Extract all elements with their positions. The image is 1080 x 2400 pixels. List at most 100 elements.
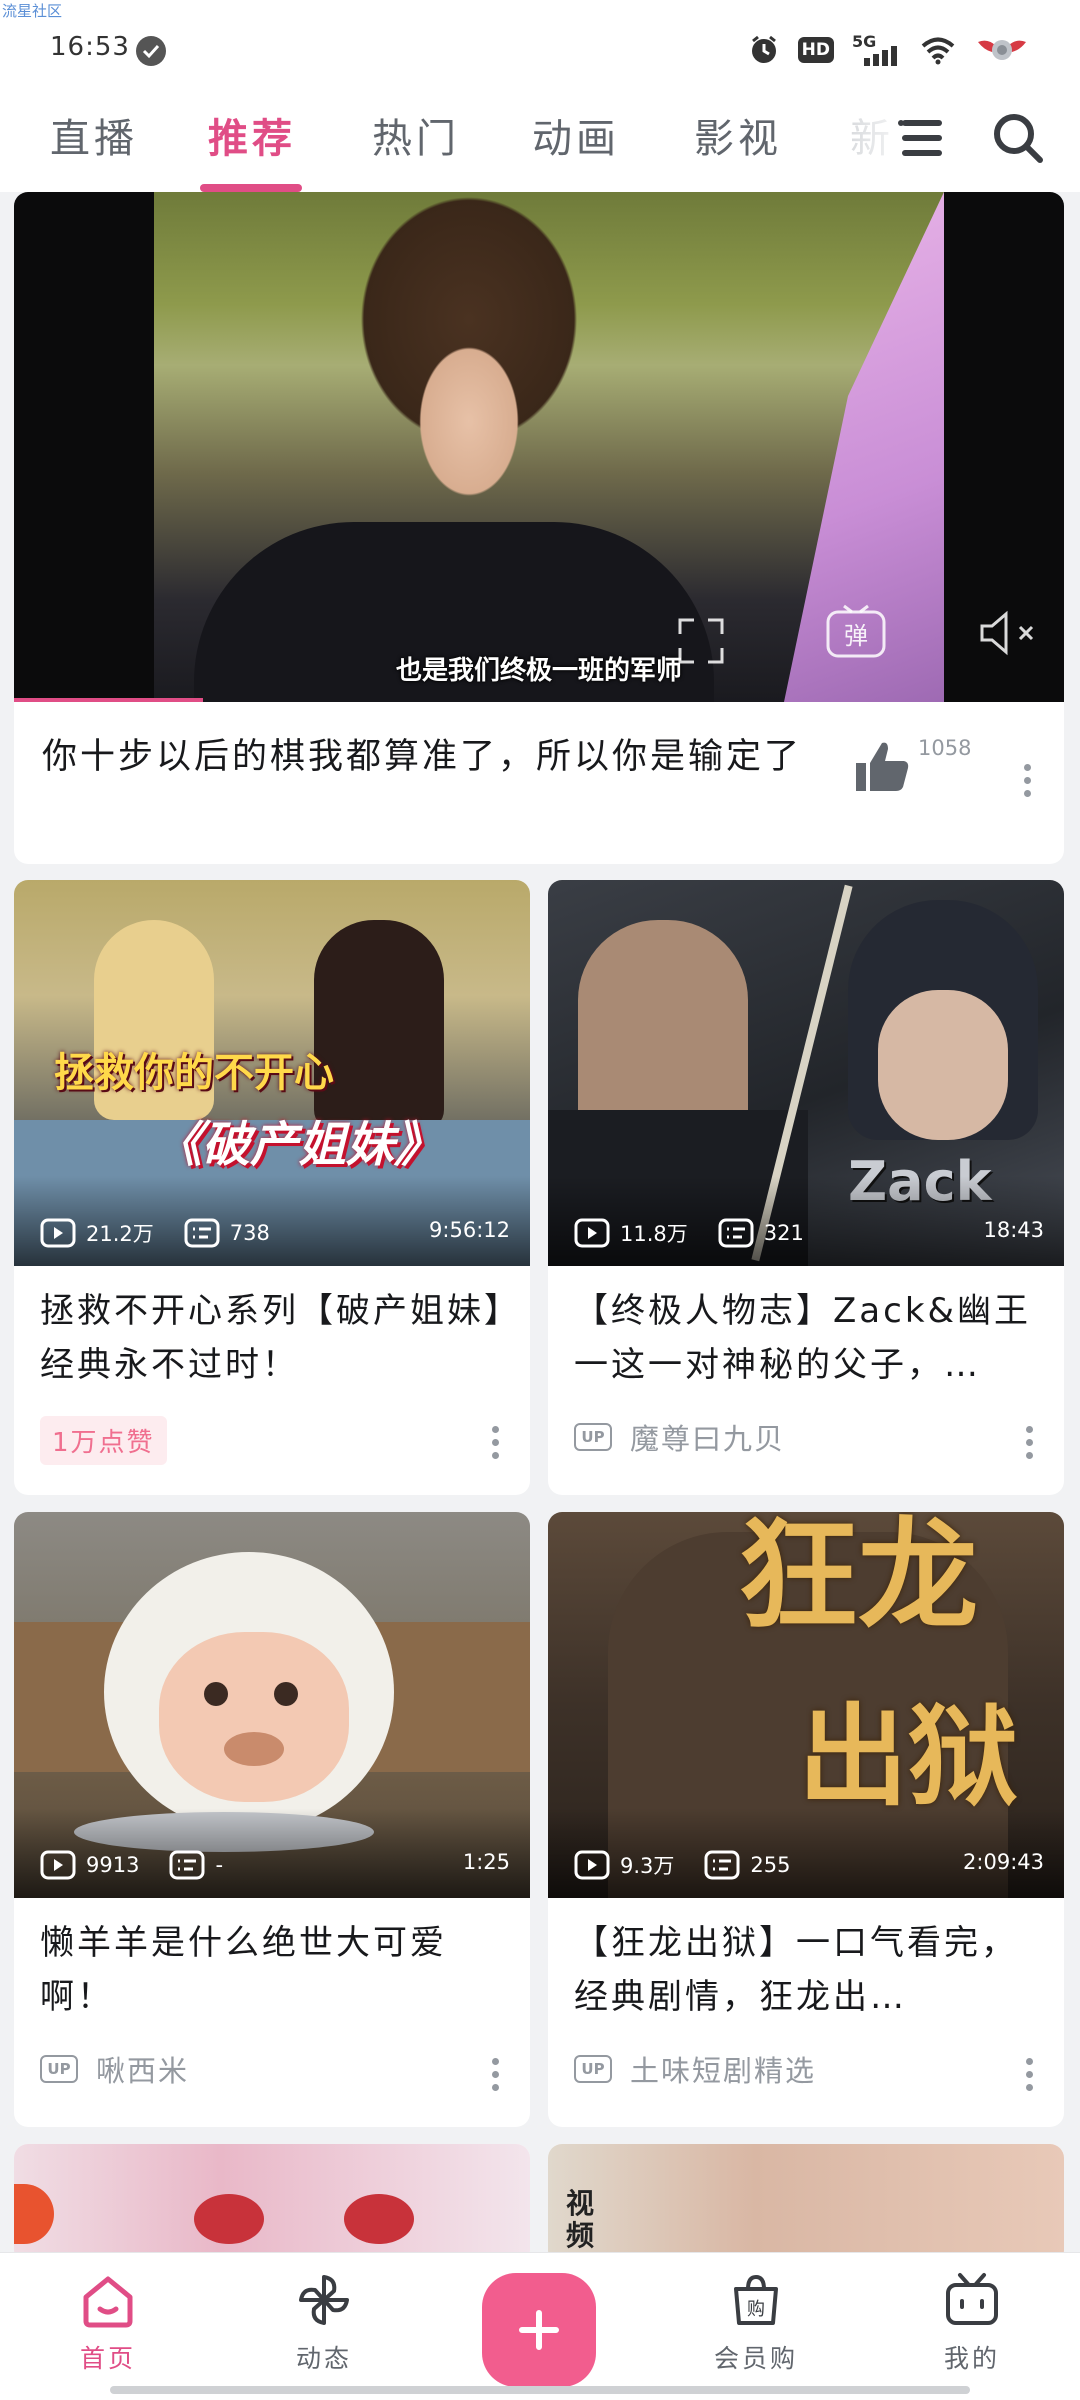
- danmaku-count-icon: [718, 1218, 754, 1248]
- video-thumbnail[interactable]: 拯救你的不开心 《破产姐妹》 21.2万 738 9:56:12: [14, 880, 530, 1266]
- hero-video-card[interactable]: 也是我们终极一班的军师 弹 你十步以后的棋我都算准了，所以你是输定了 1058: [14, 192, 1064, 864]
- home-indicator: [110, 2386, 970, 2394]
- nav-mine-label: 我的: [943, 2344, 1000, 2373]
- danmaku-count-icon: [704, 1850, 740, 1880]
- view-count: 9.3万: [620, 1854, 675, 1878]
- signal-5g-icon: 5G: [852, 32, 902, 68]
- more-icon[interactable]: [1024, 1426, 1034, 1466]
- video-card[interactable]: [14, 2144, 530, 2252]
- danmaku-count-icon: [184, 1218, 220, 1248]
- tab-film[interactable]: 影视: [694, 106, 782, 164]
- video-thumbnail[interactable]: 狂龙 出狱 9.3万 255 2:09:43: [548, 1512, 1064, 1898]
- play-count-icon: [574, 1218, 610, 1248]
- shopping-bag-icon: 购: [734, 2274, 778, 2325]
- active-tab-indicator: [200, 184, 302, 192]
- thumbnail-title: 《破产姐妹》: [154, 1117, 443, 1173]
- nav-vip-shop-label: 会员购: [713, 2344, 798, 2373]
- uploader-name[interactable]: 魔尊曰九贝: [630, 1416, 785, 1458]
- thumbnail-caption: 视频: [566, 2187, 595, 2252]
- video-thumbnail[interactable]: [14, 2144, 530, 2252]
- more-icon[interactable]: [490, 1426, 500, 1466]
- video-thumbnail[interactable]: Zack 11.8万 321 18:43: [548, 880, 1064, 1266]
- thumbs-up-icon: [856, 742, 909, 791]
- pinwheel-icon: [299, 2275, 349, 2325]
- search-icon[interactable]: [990, 110, 1046, 166]
- status-bar: 16:53 HD 5G: [0, 0, 1080, 92]
- video-thumbnail[interactable]: 视频: [548, 2144, 1064, 2252]
- video-card[interactable]: Zack 11.8万 321 18:43 【终极人物志】Zack&幽王 一这一对…: [548, 880, 1064, 1495]
- wifi-icon: [920, 35, 956, 65]
- nav-home[interactable]: 首页: [28, 2271, 188, 2375]
- alarm-icon: [748, 34, 780, 66]
- like-count: 1058: [918, 736, 972, 760]
- video-duration: 9:56:12: [429, 1218, 510, 1242]
- play-count-icon: [574, 1850, 610, 1880]
- up-badge: UP: [574, 1423, 612, 1451]
- hero-video-player[interactable]: 也是我们终极一班的军师 弹: [14, 192, 1064, 702]
- nav-home-label: 首页: [79, 2344, 136, 2373]
- up-badge: UP: [40, 2055, 78, 2083]
- hero-progress-bar: [14, 698, 1064, 702]
- status-time: 16:53: [50, 32, 130, 62]
- video-title[interactable]: 懒羊羊是什么绝世大可爱啊！: [40, 1916, 510, 2024]
- up-badge: UP: [574, 2055, 612, 2083]
- video-card[interactable]: 9913 - 1:25 懒羊羊是什么绝世大可爱啊！ UP 啾西米: [14, 1512, 530, 2127]
- uploader-name[interactable]: 啾西米: [96, 2048, 189, 2090]
- video-title[interactable]: 【终极人物志】Zack&幽王 一这一对神秘的父子，…: [574, 1284, 1044, 1392]
- view-count: 21.2万: [86, 1222, 154, 1246]
- home-icon: [83, 2276, 133, 2328]
- nav-dynamic[interactable]: 动态: [244, 2271, 404, 2375]
- nav-vip-shop[interactable]: 购 会员购: [676, 2271, 836, 2375]
- more-icon[interactable]: [1022, 764, 1032, 804]
- bottom-nav-bar: 首页 动态 购 会员购 我的: [0, 2252, 1080, 2400]
- tab-anime[interactable]: 动画: [532, 106, 620, 164]
- video-title[interactable]: 拯救不开心系列【破产姐妹】经典永不过时！: [40, 1284, 510, 1392]
- video-duration: 2:09:43: [963, 1850, 1044, 1874]
- thumbnail-subtitle: 出狱: [798, 1693, 1018, 1821]
- menu-icon[interactable]: [898, 114, 946, 162]
- tab-recommend[interactable]: 推荐: [208, 106, 296, 164]
- mute-icon[interactable]: [976, 608, 1046, 662]
- svg-text:购: 购: [747, 2299, 765, 2320]
- thumbnail-title: 狂龙: [738, 1512, 978, 1646]
- comment-count: 255: [750, 1853, 791, 1877]
- comment-count: -: [215, 1853, 224, 1877]
- thumbnail-caption: 拯救你的不开心: [54, 1050, 334, 1096]
- more-icon[interactable]: [1024, 2058, 1034, 2098]
- watermark-label: 流星社区: [2, 2, 63, 20]
- profile-wing-icon: [974, 34, 1030, 66]
- comment-count: 738: [229, 1221, 270, 1245]
- view-count: 9913: [86, 1853, 140, 1877]
- tv-icon: [946, 2273, 998, 2325]
- nav-mine[interactable]: 我的: [892, 2271, 1052, 2375]
- check-icon: [136, 36, 166, 66]
- comment-count: 321: [763, 1221, 804, 1245]
- video-feed: 也是我们终极一班的军师 弹 你十步以后的棋我都算准了，所以你是输定了 1058: [0, 192, 1080, 2252]
- danmaku-count-icon: [169, 1850, 205, 1880]
- play-count-icon: [40, 1218, 76, 1248]
- video-card[interactable]: 视频: [548, 2144, 1064, 2252]
- video-duration: 1:25: [462, 1850, 510, 1874]
- tab-hot[interactable]: 热门: [372, 106, 460, 164]
- video-card[interactable]: 拯救你的不开心 《破产姐妹》 21.2万 738 9:56:12 拯救不开心系列…: [14, 880, 530, 1495]
- video-card[interactable]: 狂龙 出狱 9.3万 255 2:09:43 【狂龙出狱】一口气看完，经典剧情，…: [548, 1512, 1064, 2127]
- view-count: 11.8万: [620, 1222, 688, 1246]
- video-thumbnail[interactable]: 9913 - 1:25: [14, 1512, 530, 1898]
- play-count-icon: [40, 1850, 76, 1880]
- more-icon[interactable]: [490, 2058, 500, 2098]
- nav-dynamic-label: 动态: [295, 2344, 352, 2373]
- like-badge: 1万点赞: [40, 1416, 167, 1465]
- hero-progress-fill: [14, 698, 203, 702]
- hero-video-title[interactable]: 你十步以后的棋我都算准了，所以你是输定了: [42, 730, 822, 784]
- uploader-name[interactable]: 土味短剧精选: [630, 2048, 816, 2090]
- hd-icon: HD: [797, 37, 834, 63]
- danmaku-icon[interactable]: 弹: [824, 602, 888, 666]
- svg-text:弹: 弹: [844, 622, 868, 650]
- fullscreen-icon[interactable]: [676, 616, 726, 670]
- video-subtitle: 也是我们终极一班的军师: [395, 656, 682, 686]
- video-title[interactable]: 【狂龙出狱】一口气看完，经典剧情，狂龙出…: [574, 1916, 1044, 2024]
- video-duration: 18:43: [983, 1218, 1044, 1242]
- top-tab-bar: 直播 推荐 热门 动画 影视 新: [0, 92, 1080, 192]
- tab-live[interactable]: 直播: [50, 106, 138, 164]
- publish-button[interactable]: [482, 2273, 596, 2387]
